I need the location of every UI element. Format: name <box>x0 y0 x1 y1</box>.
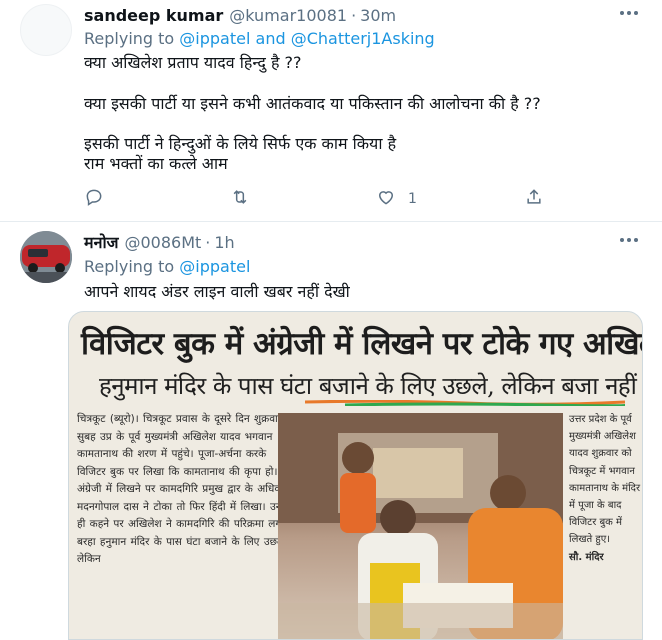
tweet-text-line: राम भक्तों का कत्ले आम <box>84 154 228 173</box>
reply-icon <box>84 187 104 211</box>
timestamp[interactable]: 30m <box>360 6 396 25</box>
mention-link[interactable]: @Chatterj1Asking <box>291 29 435 48</box>
user-name[interactable]: sandeep kumar <box>84 6 223 25</box>
retweet-icon <box>230 187 250 211</box>
heart-icon <box>376 187 396 211</box>
tweet-actions: 1 <box>84 186 564 212</box>
newspaper-headline: विजिटर बुक में अंग्रेजी में लिखने पर टोक… <box>81 326 643 362</box>
separator-dot: · <box>205 232 211 252</box>
user-handle[interactable]: @kumar10081 <box>229 6 347 25</box>
like-count: 1 <box>408 191 417 207</box>
reply-button[interactable] <box>84 186 104 212</box>
replying-to: Replying to @ippatel <box>84 257 250 276</box>
replying-and: and <box>250 29 291 48</box>
user-name[interactable]: मनोज <box>84 231 118 253</box>
tweet-text: आपने शायद अंडर लाइन वाली खबर नहीं देखी <box>84 282 350 301</box>
attached-photo[interactable]: विजिटर बुक में अंग्रेजी में लिखने पर टोक… <box>68 311 643 640</box>
avatar[interactable] <box>20 231 72 283</box>
newspaper-caption: उत्तर प्रदेश के पूर्व मुख्यमंत्री अखिलेश… <box>569 411 641 639</box>
tweet-text-line: इसकी पार्टी ने हिन्दुओं के लिये सिर्फ एक… <box>84 134 397 153</box>
newspaper-left-column: चित्रकूट (ब्यूरो)। चित्रकूट प्रवास के दू… <box>77 413 294 565</box>
newspaper-photo <box>278 413 563 639</box>
more-dots-icon[interactable] <box>616 6 642 28</box>
tweet-header: मनोज @0086Mt · 1h <box>84 231 235 253</box>
avatar[interactable] <box>20 4 72 56</box>
replying-to: Replying to @ippatel and @Chatterj1Askin… <box>84 29 435 48</box>
replying-prefix: Replying to <box>84 257 180 276</box>
retweet-button[interactable] <box>230 186 250 212</box>
tweet-text-line: क्या इसकी पार्टी या इसने कभी आतंकवाद या … <box>84 94 541 113</box>
mention-link[interactable]: @ippatel <box>179 257 250 276</box>
caption-byline: सौ. मंदिर <box>569 551 604 563</box>
caption-text: उत्तर प्रदेश के पूर्व मुख्यमंत्री अखिलेश… <box>569 414 641 546</box>
timestamp[interactable]: 1h <box>214 233 234 252</box>
replying-prefix: Replying to <box>84 29 180 48</box>
separator-dot: · <box>351 5 357 25</box>
newspaper-subheadline: हनुमान मंदिर के पास घंटा बजाने के लिए उछ… <box>99 372 643 400</box>
tweet-header: sandeep kumar @kumar10081 · 30m <box>84 4 396 26</box>
share-icon <box>524 187 544 211</box>
share-button[interactable] <box>524 186 544 212</box>
more-dots-icon[interactable] <box>616 233 642 255</box>
tweet-text-line: क्या अखिलेश प्रताप यादव हिन्दु है ?? <box>84 53 302 72</box>
like-button[interactable]: 1 <box>376 186 417 212</box>
user-handle[interactable]: @0086Mt <box>124 233 201 252</box>
tweet[interactable]: sandeep kumar @kumar10081 · 30m Replying… <box>0 0 662 222</box>
highlight-underline <box>305 400 625 406</box>
mention-link[interactable]: @ippatel <box>179 29 250 48</box>
